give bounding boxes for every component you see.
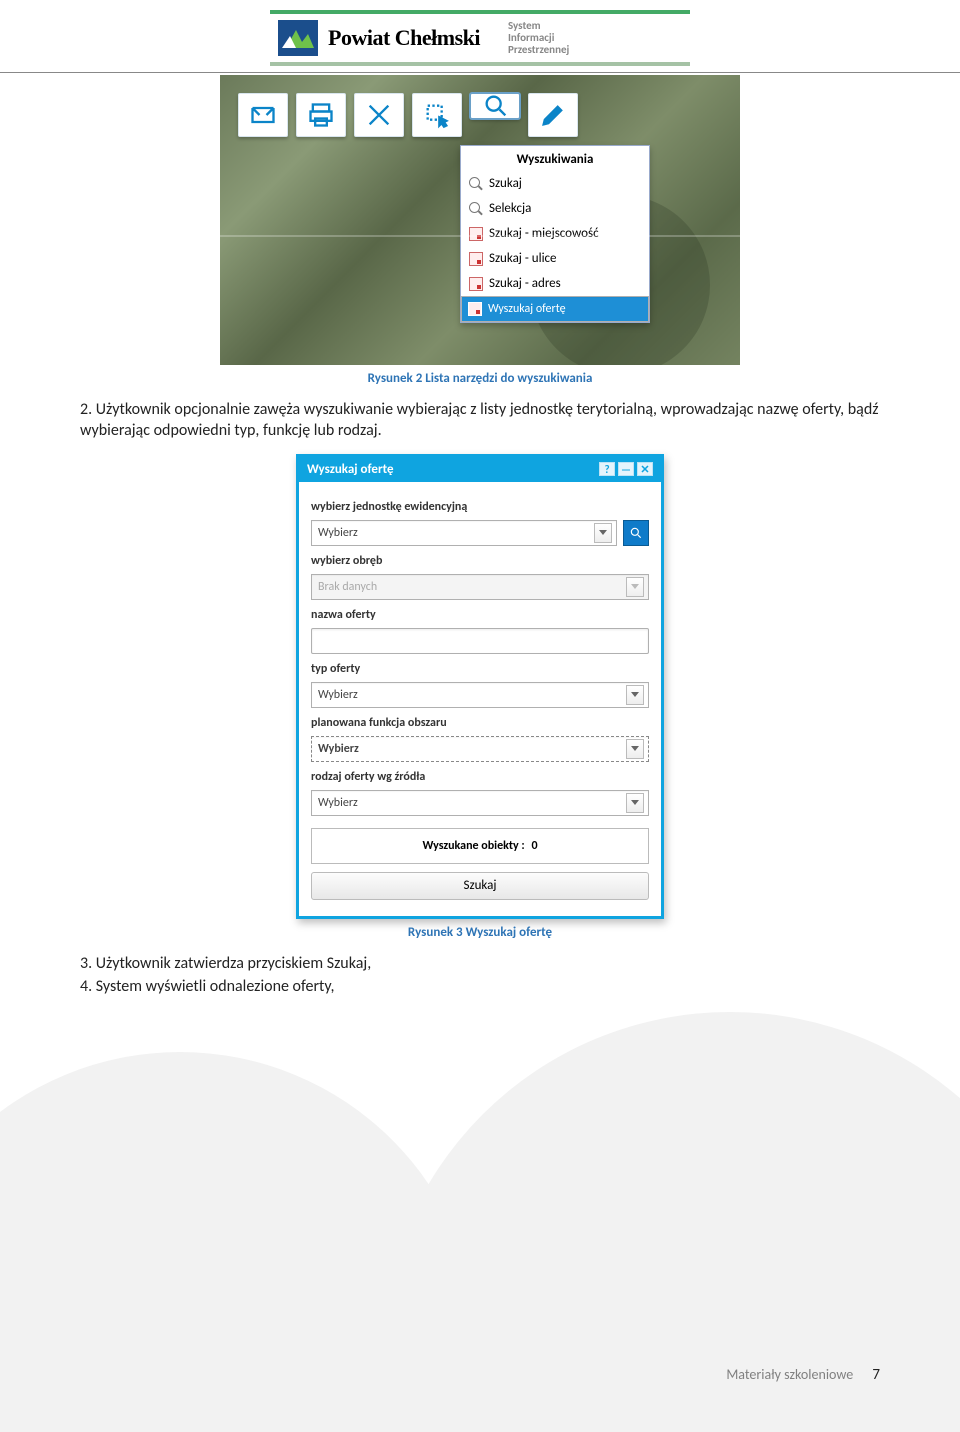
chevron-down-icon xyxy=(626,793,644,813)
header-divider xyxy=(0,72,960,73)
select-jednostka[interactable]: Wybierz xyxy=(311,520,617,546)
county-logo-icon xyxy=(278,20,318,56)
locate-on-map-button[interactable] xyxy=(623,520,649,546)
dropdown-item-oferta[interactable]: Wyszukaj ofertę xyxy=(461,296,649,322)
label-funkcja: planowana funkcja obszaru xyxy=(311,716,649,730)
magnifier-icon xyxy=(469,177,483,191)
chevron-down-icon xyxy=(626,739,644,759)
figure2-caption: Rysunek 3 Wyszukaj ofertę xyxy=(296,925,664,940)
doc-icon xyxy=(469,227,483,241)
search-offer-dialog: Wyszukaj ofertę ? — ✕ wybierz jednostkę … xyxy=(296,454,664,919)
map-toolbar xyxy=(238,93,578,137)
dialog-titlebar: Wyszukaj ofertę ? — ✕ xyxy=(299,457,661,482)
label-nazwa: nazwa oferty xyxy=(311,608,649,622)
header-title: Powiat Chełmski xyxy=(328,25,480,51)
dropdown-item-adres[interactable]: Szukaj - adres xyxy=(461,271,649,296)
dropdown-item-szukaj[interactable]: Szukaj xyxy=(461,171,649,196)
dropdown-title: Wyszukiwania xyxy=(461,146,649,171)
dropdown-item-miejscowosc[interactable]: Szukaj - miejscowość xyxy=(461,221,649,246)
select-obreb: Brak danych xyxy=(311,574,649,600)
dialog-minimize-button[interactable]: — xyxy=(618,462,634,476)
tool-select-button[interactable] xyxy=(412,93,462,137)
tool-edit-button[interactable] xyxy=(528,93,578,137)
input-nazwa-oferty[interactable] xyxy=(311,628,649,654)
tool-search-button[interactable] xyxy=(470,93,520,119)
paragraph-4: 4. System wyświetli odnalezione oferty, xyxy=(80,977,880,998)
label-jednostka: wybierz jednostkę ewidencyjną xyxy=(311,500,649,514)
doc-icon xyxy=(469,277,483,291)
search-dropdown-menu: Wyszukiwania Szukaj Selekcja Szukaj - mi… xyxy=(460,145,650,323)
label-obreb: wybierz obręb xyxy=(311,554,649,568)
dialog-close-button[interactable]: ✕ xyxy=(637,462,653,476)
search-button[interactable]: Szukaj xyxy=(311,872,649,900)
label-typ: typ oferty xyxy=(311,662,649,676)
tool-layers-button[interactable] xyxy=(238,93,288,137)
select-rodzaj[interactable]: Wybierz xyxy=(311,790,649,816)
result-count-box: Wyszukane obiekty : 0 xyxy=(311,828,649,864)
page-number: 7 xyxy=(872,1366,880,1384)
select-typ[interactable]: Wybierz xyxy=(311,682,649,708)
header-banner: Powiat Chełmski System Informacji Przest… xyxy=(270,10,690,66)
doc-icon xyxy=(468,302,482,316)
chevron-down-icon xyxy=(626,577,644,597)
page-footer: Materiały szkoleniowe 7 xyxy=(726,1366,880,1384)
select-funkcja[interactable]: Wybierz xyxy=(311,736,649,762)
dialog-title: Wyszukaj ofertę xyxy=(307,462,596,477)
dropdown-item-selekcja[interactable]: Selekcja xyxy=(461,196,649,221)
magnifier-icon xyxy=(469,202,483,216)
footer-text: Materiały szkoleniowe xyxy=(726,1366,853,1383)
tool-print-button[interactable] xyxy=(296,93,346,137)
chevron-down-icon xyxy=(594,523,612,543)
paragraph-3: 3. Użytkownik zatwierdza przyciskiem Szu… xyxy=(80,954,880,975)
tool-draw-button[interactable] xyxy=(354,93,404,137)
label-rodzaj: rodzaj oferty wg źródła xyxy=(311,770,649,784)
paragraph-2: 2. Użytkownik opcjonalnie zawęża wyszuki… xyxy=(80,400,880,442)
header-subtitle: System Informacji Przestrzennej xyxy=(508,20,569,56)
map-screenshot: Wyszukiwania Szukaj Selekcja Szukaj - mi… xyxy=(220,75,740,365)
dropdown-item-ulice[interactable]: Szukaj - ulice xyxy=(461,246,649,271)
doc-icon xyxy=(469,252,483,266)
chevron-down-icon xyxy=(626,685,644,705)
figure1-caption: Rysunek 2 Lista narzędzi do wyszukiwania xyxy=(220,371,740,386)
dialog-help-button[interactable]: ? xyxy=(599,462,615,476)
